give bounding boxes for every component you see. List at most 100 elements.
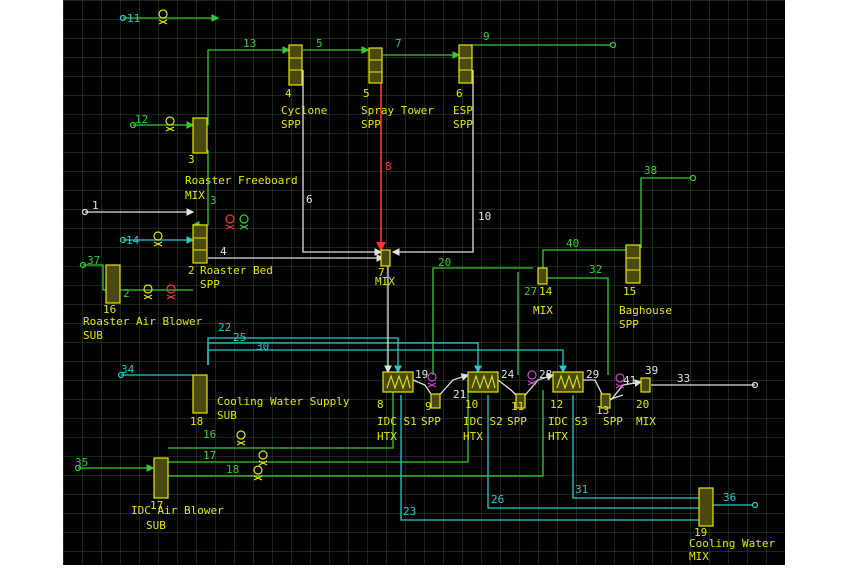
unit-name: ESP [453, 104, 473, 117]
stream-label: 3 [210, 194, 217, 207]
unit-name: IDC S2 [463, 415, 503, 428]
stream-label: 33 [677, 372, 690, 385]
cyclone-unit[interactable] [288, 44, 303, 86]
stream-label: 20 [438, 256, 451, 269]
stream-label: 10 [478, 210, 491, 223]
unit-name: Roaster Freeboard [185, 174, 298, 187]
unit-number: 2 [188, 264, 195, 277]
stream-label: 25 [233, 331, 246, 344]
stream-label: 18 [226, 463, 239, 476]
unit-name: IDC S3 [548, 415, 588, 428]
unit-type: SUB [217, 409, 237, 422]
unit-type: MIX [689, 550, 709, 563]
unit-number: 3 [188, 153, 195, 166]
stream-label: 14 [126, 234, 140, 247]
stream-label: 24 [501, 368, 515, 381]
mix7-unit[interactable] [380, 249, 391, 267]
unit-name: Baghouse [619, 304, 672, 317]
unit-type: SPP [603, 415, 623, 428]
unit-type: SPP [361, 118, 381, 131]
stream-label: 28 [539, 368, 552, 381]
unit-name: Cyclone [281, 104, 327, 117]
unit-number: 8 [377, 398, 384, 411]
unit-type: MIX [636, 415, 656, 428]
unit-number: 18 [190, 415, 203, 428]
esp-unit[interactable] [458, 44, 473, 84]
stream-label: 29 [586, 368, 599, 381]
stream-label: 2 [123, 287, 130, 300]
stream-label: 22 [218, 321, 231, 334]
stream-label: 39 [645, 364, 658, 377]
unit-number: 20 [636, 398, 649, 411]
unit-type: SUB [83, 329, 103, 342]
spp9-unit[interactable] [430, 393, 441, 409]
unit-name: IDC Air Blower [131, 504, 224, 517]
unit-type: SPP [507, 415, 527, 428]
unit-number: 15 [623, 285, 636, 298]
stream-label: 40 [566, 237, 579, 250]
stream-label: 23 [403, 505, 416, 518]
unit-number: 9 [425, 400, 432, 413]
stream-label: 4 [220, 245, 227, 258]
stream-label: 1 [92, 199, 99, 212]
stream-label: 34 [121, 363, 135, 376]
stream-label: 12 [135, 113, 148, 126]
unit-number: 4 [285, 87, 292, 100]
unit-number: 11 [511, 400, 524, 413]
unit-number: 14 [539, 285, 553, 298]
unit-name: IDC S1 [377, 415, 417, 428]
stream-label: 5 [316, 37, 323, 50]
unit-type: SPP [281, 118, 301, 131]
stream-label: 38 [644, 164, 657, 177]
unit-type: MIX [533, 304, 553, 317]
unit-type: SPP [619, 318, 639, 331]
stream-label: 41 [623, 374, 636, 387]
unit-type: SPP [421, 415, 441, 428]
stream-label: 9 [483, 30, 490, 43]
unit-number: 10 [465, 398, 478, 411]
unit-name: Spray Tower [361, 104, 434, 117]
stream-label: 11 [127, 12, 140, 25]
stream-label: 17 [203, 449, 216, 462]
stream-label: 8 [385, 160, 392, 173]
stream-label: 13 [243, 37, 256, 50]
roaster-air-blower-unit[interactable] [105, 264, 121, 304]
stream-label: 35 [75, 456, 88, 469]
roaster-freeboard-unit[interactable] [192, 117, 208, 154]
unit-type: MIX [375, 275, 395, 288]
unit-type: HTX [377, 430, 397, 443]
unit-name: Cooling Water Supply [217, 395, 350, 408]
unit-name: Cooling Water [689, 537, 775, 550]
stream-label: 6 [306, 193, 313, 206]
cooling-water-supply-unit[interactable] [192, 374, 208, 414]
roaster-bed-unit[interactable] [192, 224, 208, 264]
unit-type: SUB [146, 519, 166, 532]
stream-label: 30 [256, 340, 269, 353]
stream-label: 32 [589, 263, 602, 276]
flowsheet-canvas[interactable]: 11 13 5 7 9 12 1 14 37 2 3 4 6 8 10 38 4… [63, 0, 785, 565]
idc-air-blower-unit[interactable] [153, 457, 169, 499]
unit-name: Roaster Bed [200, 264, 273, 277]
stream-label: 37 [87, 254, 100, 267]
grid-background [63, 0, 785, 565]
stream-label: 19 [415, 368, 428, 381]
unit-type: HTX [463, 430, 483, 443]
unit-number: 5 [363, 87, 370, 100]
baghouse-unit[interactable] [625, 244, 641, 284]
unit-type: SPP [453, 118, 473, 131]
unit-type: MIX [185, 189, 205, 202]
mix14-unit[interactable] [537, 267, 548, 285]
process-flow-diagram: 11 13 5 7 9 12 1 14 37 2 3 4 6 8 10 38 4… [63, 0, 785, 565]
stream-label: 36 [723, 491, 736, 504]
stream-label: 7 [395, 37, 402, 50]
unit-type: HTX [548, 430, 568, 443]
stream-label: 31 [575, 483, 588, 496]
stream-label: 16 [203, 428, 216, 441]
unit-name: Roaster Air Blower [83, 315, 203, 328]
mix20-unit[interactable] [640, 377, 651, 393]
spray-tower-unit[interactable] [368, 47, 383, 84]
stream-label: 26 [491, 493, 504, 506]
stream-label: 27 [524, 285, 537, 298]
unit-type: SPP [200, 278, 220, 291]
cooling-water-mix-unit[interactable] [698, 487, 714, 527]
